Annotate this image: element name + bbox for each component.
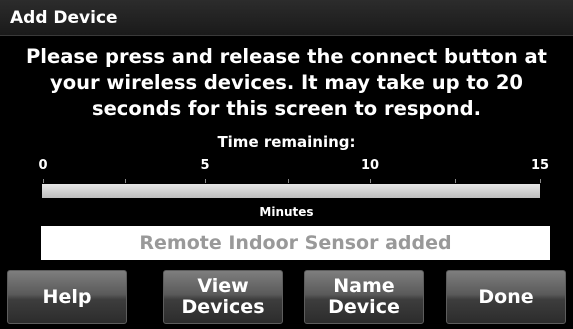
title-bar: Add Device	[0, 0, 573, 36]
tick-label-10: 10	[360, 158, 380, 173]
tick-mark	[540, 179, 541, 183]
tick-label-0: 0	[38, 158, 48, 173]
done-button[interactable]: Done	[446, 270, 566, 324]
time-remaining-bar	[42, 184, 540, 198]
tick-mark	[43, 179, 44, 183]
view-devices-button-label: View Devices	[181, 275, 265, 318]
tick-mark	[125, 179, 126, 183]
tick-mark	[288, 179, 289, 183]
status-message: Remote Indoor Sensor added	[41, 226, 550, 260]
help-button[interactable]: Help	[7, 270, 127, 324]
help-button-label: Help	[42, 285, 92, 308]
done-button-label: Done	[478, 285, 534, 308]
time-remaining-fill	[42, 184, 540, 198]
time-remaining-label: Time remaining:	[217, 133, 356, 151]
page-title: Add Device	[10, 8, 118, 28]
instructions-text: Please press and release the connect but…	[26, 45, 547, 120]
view-devices-button[interactable]: View Devices	[163, 270, 283, 324]
tick-mark	[205, 179, 206, 183]
units-label: Minutes	[259, 205, 314, 219]
tick-label-5: 5	[200, 158, 210, 173]
tick-mark	[370, 179, 371, 183]
tick-label-15: 15	[530, 158, 550, 173]
tick-mark	[455, 179, 456, 183]
name-device-button-label: Name Device	[328, 275, 400, 318]
name-device-button[interactable]: Name Device	[304, 270, 424, 324]
